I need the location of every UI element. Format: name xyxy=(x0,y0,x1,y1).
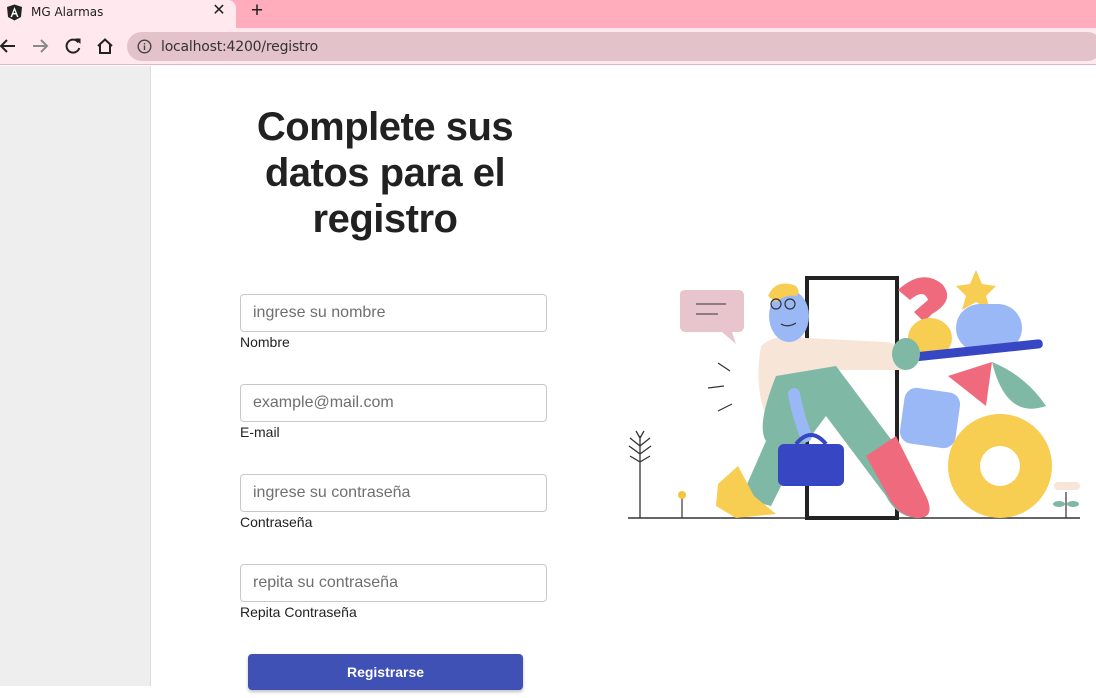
register-button[interactable]: Registrarse xyxy=(248,654,523,690)
browser-tabstrip: MG Alarmas ✕ + xyxy=(0,0,1096,28)
tab-title: MG Alarmas xyxy=(31,5,104,19)
speech-bubble-icon xyxy=(680,290,744,344)
name-label: Nombre xyxy=(240,334,290,350)
person-walking-through-door-illustration xyxy=(628,270,1080,520)
confirm-password-label: Repita Contraseña xyxy=(240,604,357,620)
new-tab-button[interactable]: + xyxy=(247,0,267,21)
email-input[interactable] xyxy=(240,384,547,422)
confirm-password-input[interactable] xyxy=(240,564,547,602)
browser-toolbar: localhost:4200/registro xyxy=(0,28,1096,65)
name-input[interactable] xyxy=(240,294,547,332)
email-label: E-mail xyxy=(240,424,280,440)
sidebar-footer xyxy=(0,686,151,698)
plant-icon xyxy=(628,430,652,518)
url-text: localhost:4200/registro xyxy=(161,39,318,55)
page-title: Complete sus datos para el registro xyxy=(256,105,514,241)
flower-icon xyxy=(1053,482,1080,518)
reload-icon[interactable] xyxy=(63,36,83,56)
forward-arrow-icon[interactable] xyxy=(30,36,50,56)
address-bar[interactable]: localhost:4200/registro xyxy=(127,32,1096,61)
close-tab-icon[interactable]: ✕ xyxy=(211,3,227,19)
password-input[interactable] xyxy=(240,474,547,512)
home-icon[interactable] xyxy=(95,36,115,56)
password-label: Contraseña xyxy=(240,514,313,530)
sidebar xyxy=(0,66,151,698)
back-arrow-icon[interactable] xyxy=(0,36,18,56)
browser-tab[interactable]: MG Alarmas ✕ xyxy=(0,0,236,28)
info-icon[interactable] xyxy=(137,39,152,54)
angular-logo-icon xyxy=(7,4,22,21)
